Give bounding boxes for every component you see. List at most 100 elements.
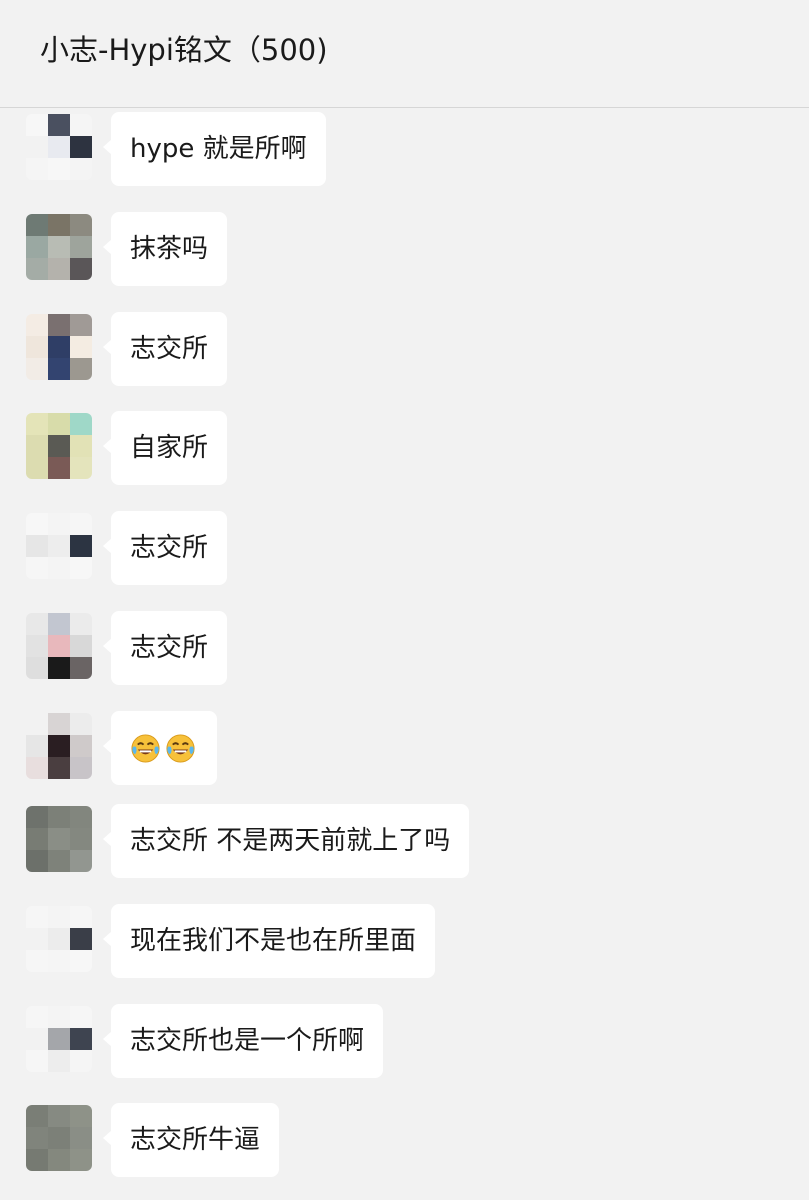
avatar-mosaic-cell — [48, 314, 70, 336]
avatar[interactable] — [26, 1006, 92, 1072]
avatar[interactable] — [26, 806, 92, 872]
message-bubble[interactable]: 抹茶吗 — [102, 212, 228, 286]
message-text: hype 就是所啊 — [130, 134, 307, 164]
message-bubble[interactable]: 现在我们不是也在所里面 — [102, 904, 436, 978]
avatar-mosaic-cell — [48, 258, 70, 280]
avatar-mosaic-cell — [70, 613, 92, 635]
avatar-mosaic-cell — [48, 358, 70, 380]
avatar[interactable] — [26, 214, 92, 280]
message-bubble[interactable]: 志交所 — [102, 511, 228, 585]
avatar-mosaic-cell — [26, 114, 48, 136]
avatar-mosaic-cell — [48, 136, 70, 158]
avatar-mosaic-cell — [70, 757, 92, 779]
message-text: 自家所 — [130, 433, 209, 463]
avatar-mosaic-cell — [48, 114, 70, 136]
message-row: 抹茶吗 — [0, 212, 809, 292]
message-row: 志交所 — [0, 312, 809, 392]
avatar-mosaic-cell — [70, 314, 92, 336]
avatar-mosaic-cell — [48, 1050, 70, 1072]
avatar-mosaic-cell — [26, 336, 48, 358]
avatar-mosaic-cell — [70, 1050, 92, 1072]
message-bubble[interactable]: hype 就是所啊 — [103, 112, 326, 186]
avatar-mosaic-cell — [48, 1028, 70, 1050]
avatar-mosaic-cell — [48, 713, 70, 735]
avatar-mosaic-cell — [70, 457, 92, 479]
avatar-mosaic-cell — [26, 757, 48, 779]
avatar-mosaic-cell — [48, 1105, 70, 1127]
avatar-mosaic-cell — [48, 850, 70, 872]
avatar-mosaic-cell — [70, 1149, 92, 1171]
avatar-mosaic-cell — [70, 413, 92, 435]
message-text: 志交所牛逼 — [130, 1125, 261, 1155]
message-text: 志交所 — [130, 533, 209, 563]
avatar-mosaic-cell — [48, 828, 70, 850]
avatar[interactable] — [26, 413, 92, 479]
avatar-mosaic-cell — [48, 1006, 70, 1028]
tears-of-joy-emoji — [131, 733, 160, 763]
avatar-mosaic-cell — [26, 1050, 48, 1072]
avatar-mosaic-cell — [70, 258, 92, 280]
chat-title[interactable]: 小志-Hypi铭文（500) — [40, 30, 328, 70]
avatar[interactable] — [26, 114, 92, 180]
avatar-mosaic-cell — [26, 1028, 48, 1050]
message-text: 现在我们不是也在所里面 — [130, 926, 417, 956]
avatar-mosaic-cell — [26, 806, 48, 828]
avatar-mosaic-cell — [48, 735, 70, 757]
avatar-mosaic-cell — [26, 413, 48, 435]
avatar-mosaic-cell — [26, 906, 48, 928]
avatar-mosaic-cell — [48, 906, 70, 928]
message-row: hype 就是所啊 — [0, 112, 809, 192]
avatar-mosaic-cell — [48, 613, 70, 635]
avatar-mosaic-cell — [26, 613, 48, 635]
message-bubble[interactable]: 志交所也是一个所啊 — [102, 1004, 384, 1078]
avatar-mosaic-cell — [26, 258, 48, 280]
avatar-mosaic-cell — [70, 635, 92, 657]
avatar[interactable] — [26, 1105, 92, 1171]
avatar-mosaic-cell — [70, 236, 92, 258]
avatar-mosaic-cell — [26, 358, 48, 380]
avatar[interactable] — [26, 314, 92, 380]
avatar-mosaic-cell — [70, 158, 92, 180]
message-row: 自家所 — [0, 411, 809, 491]
avatar-mosaic-cell — [26, 557, 48, 579]
avatar-mosaic-cell — [48, 513, 70, 535]
avatar-mosaic-cell — [48, 457, 70, 479]
avatar-mosaic-cell — [26, 657, 48, 679]
avatar-mosaic-cell — [48, 435, 70, 457]
avatar[interactable] — [26, 906, 92, 972]
avatar-mosaic-cell — [26, 735, 48, 757]
avatar-mosaic-cell — [48, 1127, 70, 1149]
avatar-mosaic-cell — [26, 513, 48, 535]
avatar-mosaic-cell — [26, 214, 48, 236]
avatar-mosaic-cell — [70, 1006, 92, 1028]
avatar-mosaic-cell — [70, 557, 92, 579]
emoji-group — [130, 733, 196, 764]
message-bubble[interactable]: 志交所 — [102, 611, 228, 685]
avatar-mosaic-cell — [70, 214, 92, 236]
avatar-mosaic-cell — [70, 735, 92, 757]
message-row: 志交所也是一个所啊 — [0, 1004, 809, 1084]
message-text: 抹茶吗 — [130, 234, 209, 264]
avatar[interactable] — [26, 713, 92, 779]
message-bubble[interactable] — [103, 711, 217, 785]
avatar-mosaic-cell — [26, 828, 48, 850]
avatar[interactable] — [26, 613, 92, 679]
avatar-mosaic-cell — [70, 114, 92, 136]
avatar-mosaic-cell — [48, 757, 70, 779]
avatar[interactable] — [26, 513, 92, 579]
avatar-mosaic-cell — [70, 535, 92, 557]
avatar-mosaic-cell — [26, 136, 48, 158]
avatar-mosaic-cell — [26, 635, 48, 657]
message-bubble[interactable]: 志交所 — [102, 312, 228, 386]
chat-header: 小志-Hypi铭文（500) — [0, 0, 809, 108]
avatar-mosaic-cell — [70, 806, 92, 828]
avatar-mosaic-cell — [70, 713, 92, 735]
message-bubble[interactable]: 志交所 不是两天前就上了吗 — [102, 804, 470, 878]
message-bubble[interactable]: 自家所 — [102, 411, 228, 485]
avatar-mosaic-cell — [26, 1149, 48, 1171]
message-bubble[interactable]: 志交所牛逼 — [102, 1103, 280, 1177]
avatar-mosaic-cell — [70, 1105, 92, 1127]
avatar-mosaic-cell — [48, 158, 70, 180]
avatar-mosaic-cell — [26, 1105, 48, 1127]
avatar-mosaic-cell — [26, 535, 48, 557]
